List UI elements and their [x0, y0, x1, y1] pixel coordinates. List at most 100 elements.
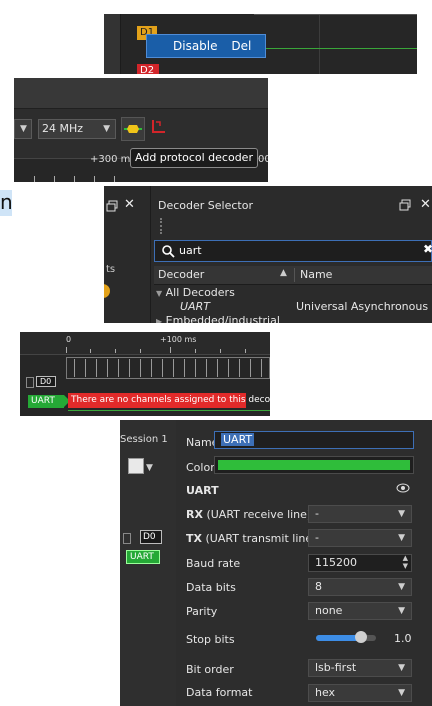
close-icon[interactable]: ✕	[124, 197, 135, 212]
decoder-icon	[124, 125, 142, 133]
parity-value: none	[315, 604, 343, 617]
channel-tag-d0[interactable]: D0	[36, 376, 56, 387]
signal-pulse	[85, 359, 86, 377]
rx-label-rest: (UART receive line)	[202, 508, 312, 521]
grip-handle[interactable]	[160, 218, 172, 234]
session-menu-icon[interactable]	[128, 458, 144, 474]
tree-item-all-decoders[interactable]: ▼ All Decoders	[156, 286, 235, 299]
channel-handle[interactable]	[123, 533, 131, 544]
ruler-tick	[34, 176, 35, 182]
ruler-tick	[54, 176, 55, 182]
add-protocol-decoder-button[interactable]	[121, 117, 145, 141]
sort-arrow-icon: ▲	[280, 268, 287, 278]
bit-order-dropdown[interactable]: lsb-first ▼	[308, 659, 412, 677]
decoder-baseline	[68, 410, 270, 411]
chevron-down-icon: ▼	[398, 582, 405, 592]
data-bits-dropdown[interactable]: 8 ▼	[308, 578, 412, 596]
tree-expand-icon: ▼	[156, 289, 163, 298]
parity-dropdown[interactable]: none ▼	[308, 602, 412, 620]
chevron-down-icon: ▼	[398, 606, 405, 616]
ruler-label-zero: 0	[66, 335, 72, 344]
column-header-decoder[interactable]: Decoder	[158, 268, 204, 281]
name-value: UART	[221, 433, 255, 446]
rx-label-bold: RX	[186, 508, 203, 521]
disable-menu-item[interactable]: Disable Del	[146, 34, 266, 58]
panel-title: Decoder Selector	[158, 199, 253, 212]
tab-session-1[interactable]: Session 1	[120, 434, 168, 445]
signal-pulse	[118, 359, 119, 377]
tree-item-embedded[interactable]: ▶ Embedded/industrial	[156, 314, 280, 323]
ruler-tick	[114, 176, 115, 182]
eye-icon[interactable]	[396, 483, 410, 496]
signal-pulse	[140, 359, 141, 377]
stop-bits-label: Stop bits	[186, 633, 235, 646]
data-format-label: Data format	[186, 686, 253, 699]
baud-rate-spinbox[interactable]: 115200 ▲ ▼	[308, 554, 412, 572]
signal-line-d2	[254, 48, 417, 49]
ruler-tick	[245, 349, 246, 353]
channel-handle[interactable]	[26, 377, 34, 388]
trace-view-context-menu-panel: D1 D2 Disable Del	[104, 14, 417, 74]
ruler-tick	[90, 349, 91, 353]
column-header-name[interactable]: Name	[300, 268, 332, 281]
dropdown-partial[interactable]: ▼	[14, 119, 32, 139]
decoder-tag-uart[interactable]: UART	[28, 395, 64, 408]
slider-handle[interactable]	[355, 631, 367, 643]
chevron-down-icon: ▼	[398, 663, 405, 673]
search-field[interactable]: uart ✖	[154, 240, 432, 262]
stop-bits-slider[interactable]	[316, 631, 376, 643]
tree-item-uart-label[interactable]: UART	[180, 300, 210, 313]
tree-expand-icon: ▶	[156, 317, 163, 323]
shortcut-label: Del	[231, 39, 252, 53]
column-divider	[294, 268, 295, 282]
tx-label: TX (UART transmit line)	[186, 532, 316, 545]
decoder-tag-uart[interactable]: UART	[126, 550, 160, 564]
ruler-label: +300 ms	[90, 154, 136, 165]
spinner-arrows-icon[interactable]: ▲ ▼	[403, 554, 408, 570]
tree-item-uart-name[interactable]: Universal Asynchronous ...	[296, 300, 432, 313]
samplerate-dropdown[interactable]: 24 MHz ▼	[38, 119, 116, 139]
chevron-down-icon: ▼	[398, 509, 405, 519]
signal-pulse	[206, 359, 207, 377]
parity-label: Parity	[186, 605, 218, 618]
search-input[interactable]: uart	[179, 244, 202, 257]
tx-label-bold: TX	[186, 532, 202, 545]
zoom-icon[interactable]	[151, 118, 167, 137]
signal-pulse	[261, 359, 262, 377]
left-label: ts	[106, 264, 116, 275]
signal-pulse	[250, 359, 251, 377]
channel-tag-d0[interactable]: D0	[140, 530, 162, 544]
signal-pulse	[74, 359, 75, 377]
time-ruler	[20, 332, 270, 355]
signal-pulse	[184, 359, 185, 377]
rx-value: -	[315, 507, 319, 520]
chevron-down-icon[interactable]: ▼	[146, 460, 153, 473]
signal-pulse	[239, 359, 240, 377]
channel-tag-d2[interactable]: D2	[137, 64, 159, 74]
error-banner: There are no channels assigned to this d…	[68, 393, 270, 408]
clear-icon[interactable]: ✖	[423, 242, 432, 256]
signal-pulse	[107, 359, 108, 377]
name-field[interactable]: UART	[214, 431, 414, 449]
session-sidebar: Session 1 ▼ D0 UART	[120, 420, 177, 706]
rx-dropdown[interactable]: - ▼	[308, 505, 412, 523]
signal-pulse	[217, 359, 218, 377]
dock-float-icon[interactable]	[106, 200, 118, 215]
signal-pulse	[96, 359, 97, 377]
ruler-tick	[170, 347, 171, 353]
signal-pulse	[129, 359, 130, 377]
ruler-tick	[220, 349, 221, 353]
tx-dropdown[interactable]: - ▼	[308, 529, 412, 547]
dock-float-icon-2[interactable]	[399, 199, 411, 214]
signal-pulse	[195, 359, 196, 377]
ruler-label-100ms: +100 ms	[160, 335, 197, 344]
samplerate-value: 24 MHz	[42, 122, 84, 135]
color-picker[interactable]	[214, 456, 414, 474]
data-format-value: hex	[315, 686, 336, 699]
signal-line-d1	[254, 14, 417, 15]
data-format-dropdown[interactable]: hex ▼	[308, 684, 412, 702]
tree-item-label: All Decoders	[165, 286, 235, 299]
close-icon-2[interactable]: ✕	[420, 197, 431, 212]
ruler-label-right: 00	[258, 154, 268, 165]
decoder-properties-panel: Session 1 ▼ D0 UART Name UART Color UART…	[120, 420, 432, 706]
